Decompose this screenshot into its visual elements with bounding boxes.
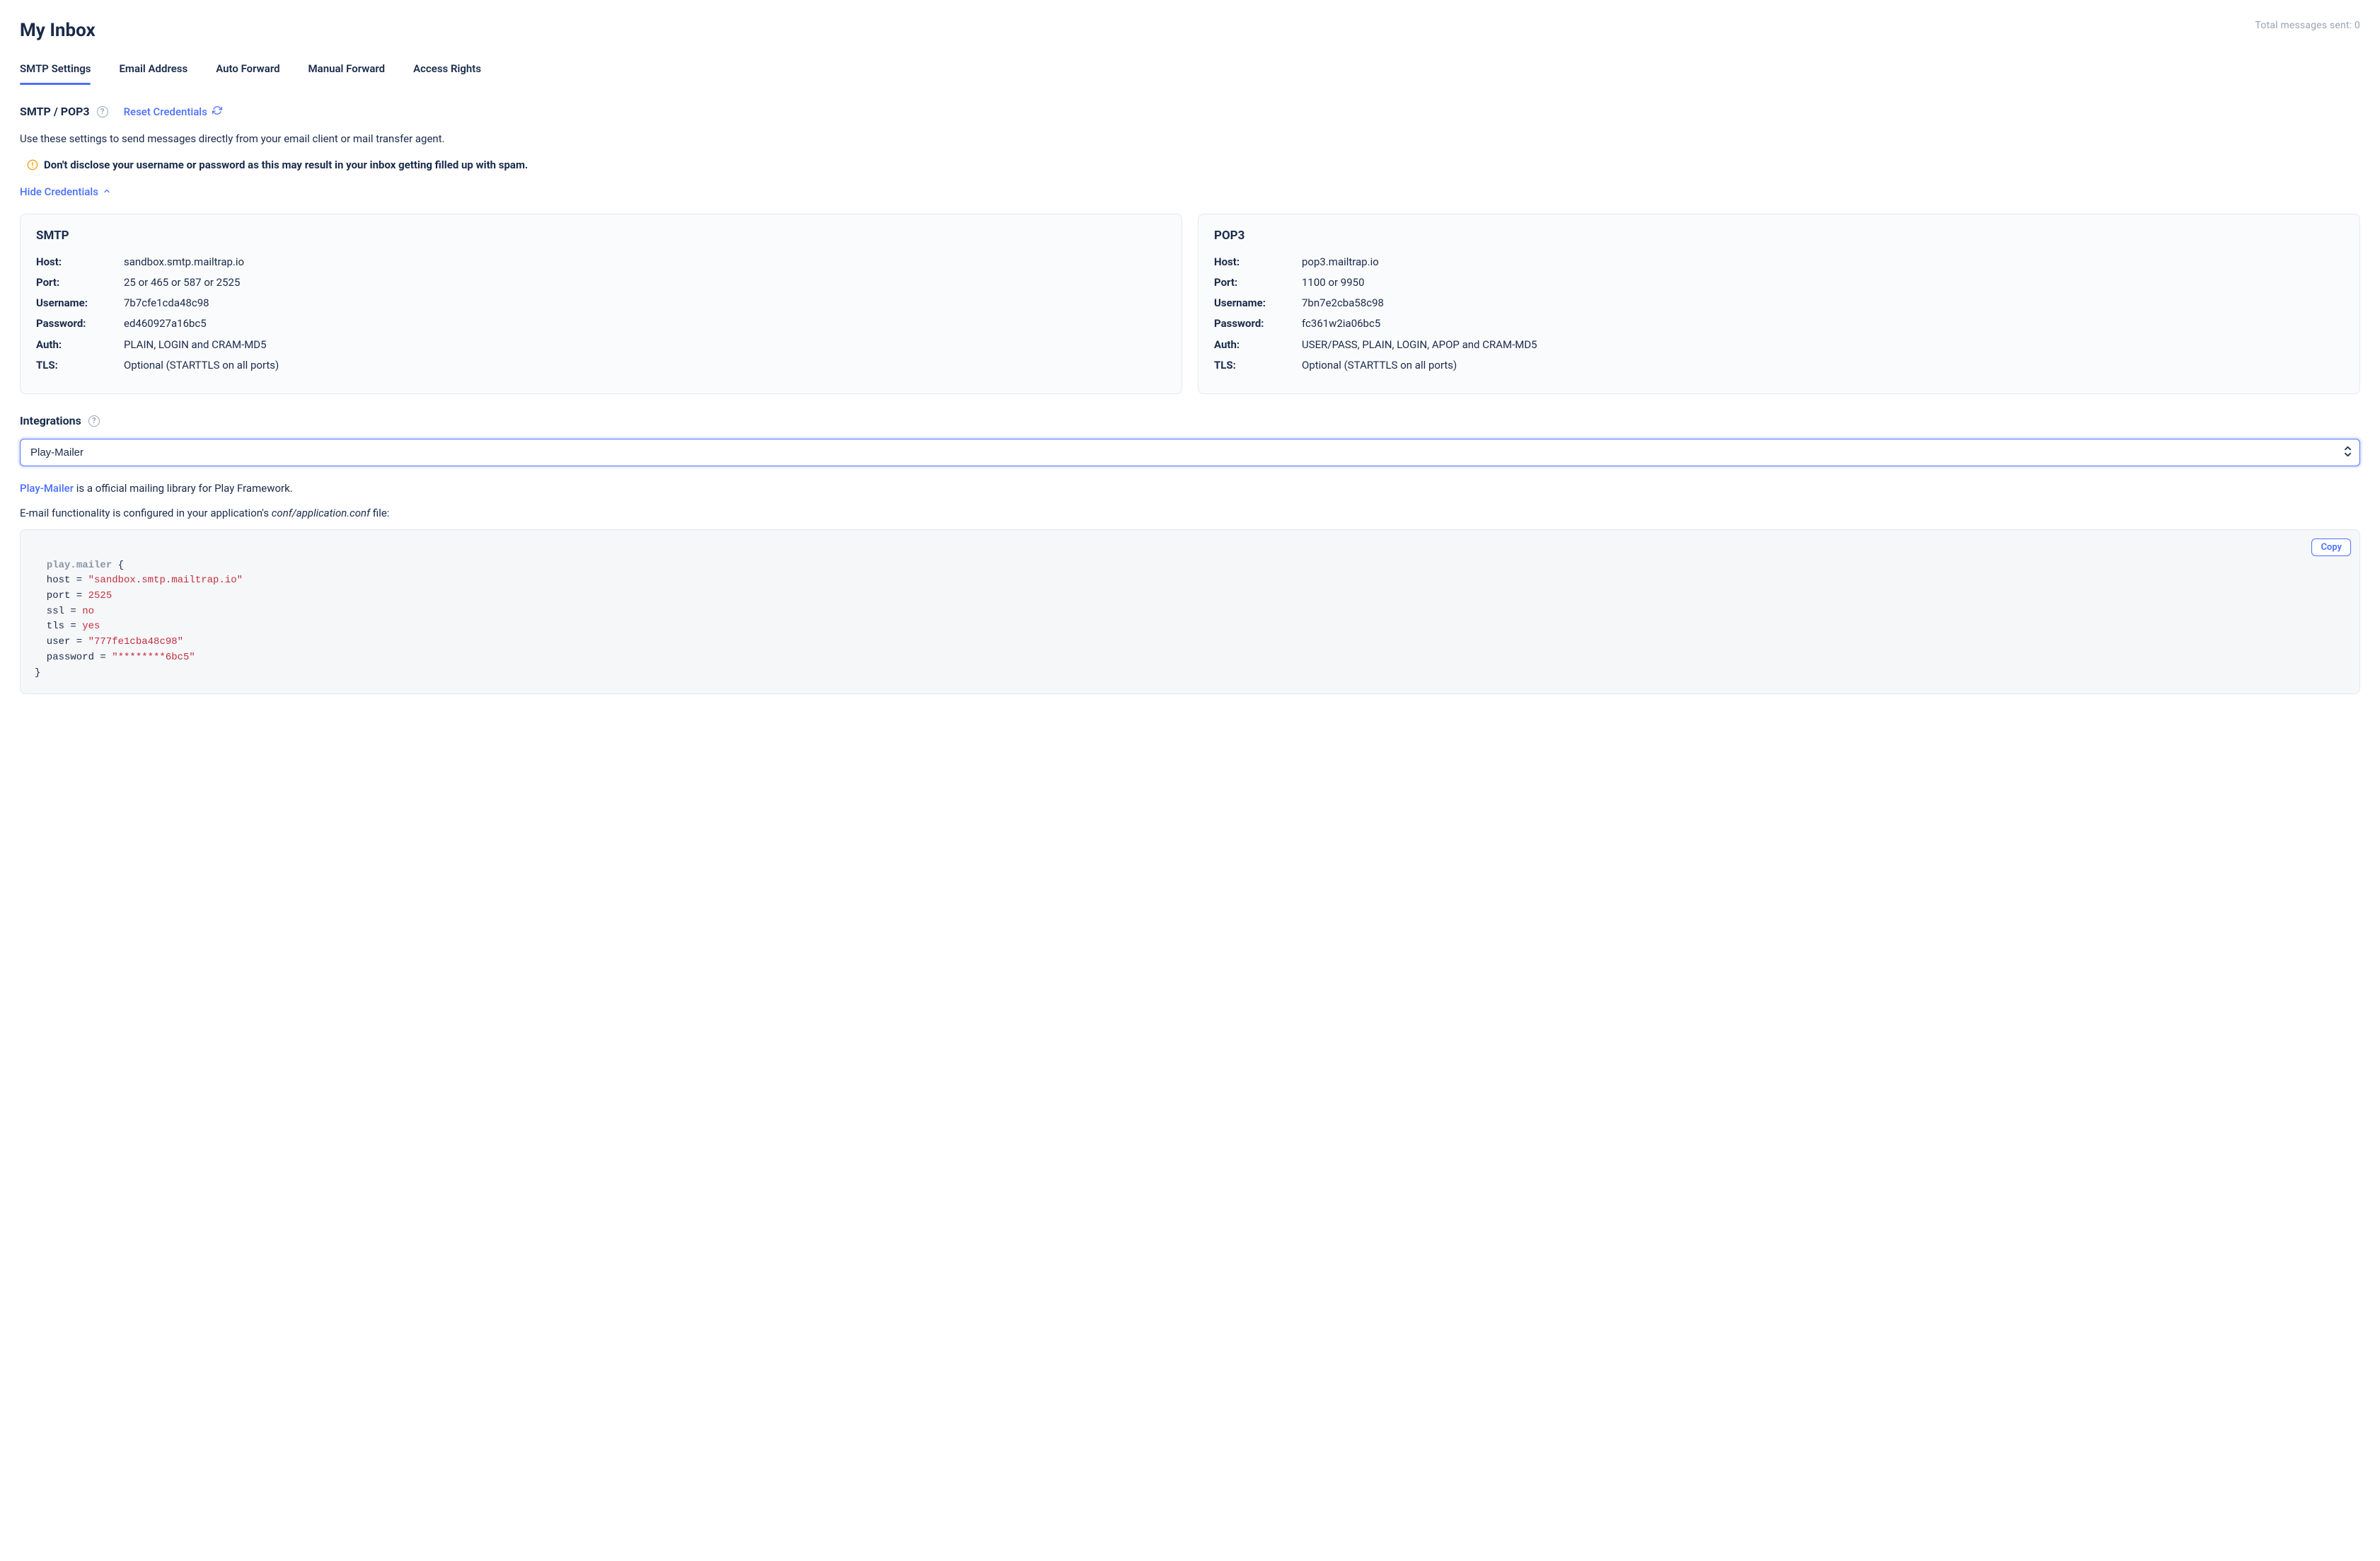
reset-credentials-link[interactable]: Reset Credentials [124, 105, 222, 118]
code-block: play.mailer { host = "sandbox.smtp.mailt… [20, 529, 2360, 694]
hide-credentials-label: Hide Credentials [20, 185, 98, 198]
pop3-row: Auth:USER/PASS, PLAIN, LOGIN, APOP and C… [1214, 337, 2344, 353]
smtp-label: Auth: [36, 337, 124, 353]
refresh-icon [212, 105, 222, 115]
smtp-row: Auth:PLAIN, LOGIN and CRAM-MD5 [36, 337, 1166, 353]
integration-select[interactable]: Play-Mailer [20, 439, 2360, 466]
pop3-row: Username:7bn7e2cba58c98 [1214, 295, 2344, 311]
smtp-value: 7b7cfe1cda48c98 [124, 295, 209, 311]
play-mailer-link[interactable]: Play-Mailer [20, 482, 74, 495]
smtp-value: Optional (STARTTLS on all ports) [124, 357, 279, 374]
smtp-row: Username:7b7cfe1cda48c98 [36, 295, 1166, 311]
pop3-label: Host: [1214, 254, 1302, 270]
pop3-label: Port: [1214, 275, 1302, 291]
integrations-heading: Integrations [20, 414, 81, 427]
help-icon[interactable]: ? [97, 106, 108, 117]
copy-button[interactable]: Copy [2311, 538, 2351, 556]
smtp-label: Username: [36, 295, 124, 311]
pop3-row: Host:pop3.mailtrap.io [1214, 254, 2344, 270]
tabs-nav: SMTP Settings Email Address Auto Forward Ma… [20, 57, 2360, 85]
pop3-card: POP3 Host:pop3.mailtrap.ioPort:1100 or 9… [1198, 214, 2360, 395]
pop3-row: TLS:Optional (STARTTLS on all ports) [1214, 357, 2344, 374]
tab-auto-forward[interactable]: Auto Forward [216, 57, 279, 85]
help-icon[interactable]: ? [88, 415, 100, 427]
tab-manual-forward[interactable]: Manual Forward [308, 57, 386, 85]
integration-description: Play-Mailer is a official mailing librar… [20, 480, 2360, 497]
smtp-value: PLAIN, LOGIN and CRAM-MD5 [124, 337, 267, 353]
smtp-label: Port: [36, 275, 124, 291]
config-file-path: conf/application.conf [272, 507, 370, 519]
warning-text: Don't disclose your username or password… [44, 159, 528, 171]
smtp-card: SMTP Host:sandbox.smtp.mailtrap.ioPort:2… [20, 214, 1182, 395]
smtp-card-title: SMTP [36, 229, 1166, 243]
smtp-value: ed460927a16bc5 [124, 316, 207, 332]
pop3-label: Auth: [1214, 337, 1302, 353]
warning-icon [27, 159, 38, 171]
pop3-row: Password:fc361w2ia06bc5 [1214, 316, 2344, 332]
smtp-pop3-heading: SMTP / POP3 [20, 105, 90, 118]
smtp-description: Use these settings to send messages dire… [20, 131, 2360, 147]
smtp-row: Host:sandbox.smtp.mailtrap.io [36, 254, 1166, 270]
pop3-label: Password: [1214, 316, 1302, 332]
smtp-value: sandbox.smtp.mailtrap.io [124, 254, 244, 270]
config-line-after: file: [370, 507, 389, 519]
page-title: My Inbox [20, 20, 96, 41]
smtp-row: Port:25 or 465 or 587 or 2525 [36, 275, 1166, 291]
tab-access-rights[interactable]: Access Rights [413, 57, 481, 85]
integration-config-line: E-mail functionality is configured in yo… [20, 505, 2360, 522]
smtp-row: TLS:Optional (STARTTLS on all ports) [36, 357, 1166, 374]
pop3-card-title: POP3 [1214, 229, 2344, 243]
pop3-label: TLS: [1214, 357, 1302, 374]
smtp-row: Password:ed460927a16bc5 [36, 316, 1166, 332]
reset-credentials-label: Reset Credentials [124, 105, 207, 118]
pop3-value: Optional (STARTTLS on all ports) [1302, 357, 1457, 374]
hide-credentials-toggle[interactable]: Hide Credentials [20, 185, 111, 198]
smtp-value: 25 or 465 or 587 or 2525 [124, 275, 240, 291]
chevron-up-icon [103, 185, 111, 198]
pop3-value: fc361w2ia06bc5 [1302, 316, 1380, 332]
pop3-value: 1100 or 9950 [1302, 275, 1365, 291]
pop3-value: 7bn7e2cba58c98 [1302, 295, 1384, 311]
tab-smtp-settings[interactable]: SMTP Settings [20, 57, 91, 85]
pop3-value: USER/PASS, PLAIN, LOGIN, APOP and CRAM-M… [1302, 337, 1537, 353]
integration-desc-text: is a official mailing library for Play F… [74, 482, 293, 495]
smtp-label: Host: [36, 254, 124, 270]
tab-email-address[interactable]: Email Address [119, 57, 187, 85]
total-messages-counter: Total messages sent: 0 [2255, 20, 2360, 31]
smtp-label: Password: [36, 316, 124, 332]
pop3-row: Port:1100 or 9950 [1214, 275, 2344, 291]
smtp-label: TLS: [36, 357, 124, 374]
config-line-before: E-mail functionality is configured in yo… [20, 507, 272, 519]
pop3-label: Username: [1214, 295, 1302, 311]
pop3-value: pop3.mailtrap.io [1302, 254, 1379, 270]
